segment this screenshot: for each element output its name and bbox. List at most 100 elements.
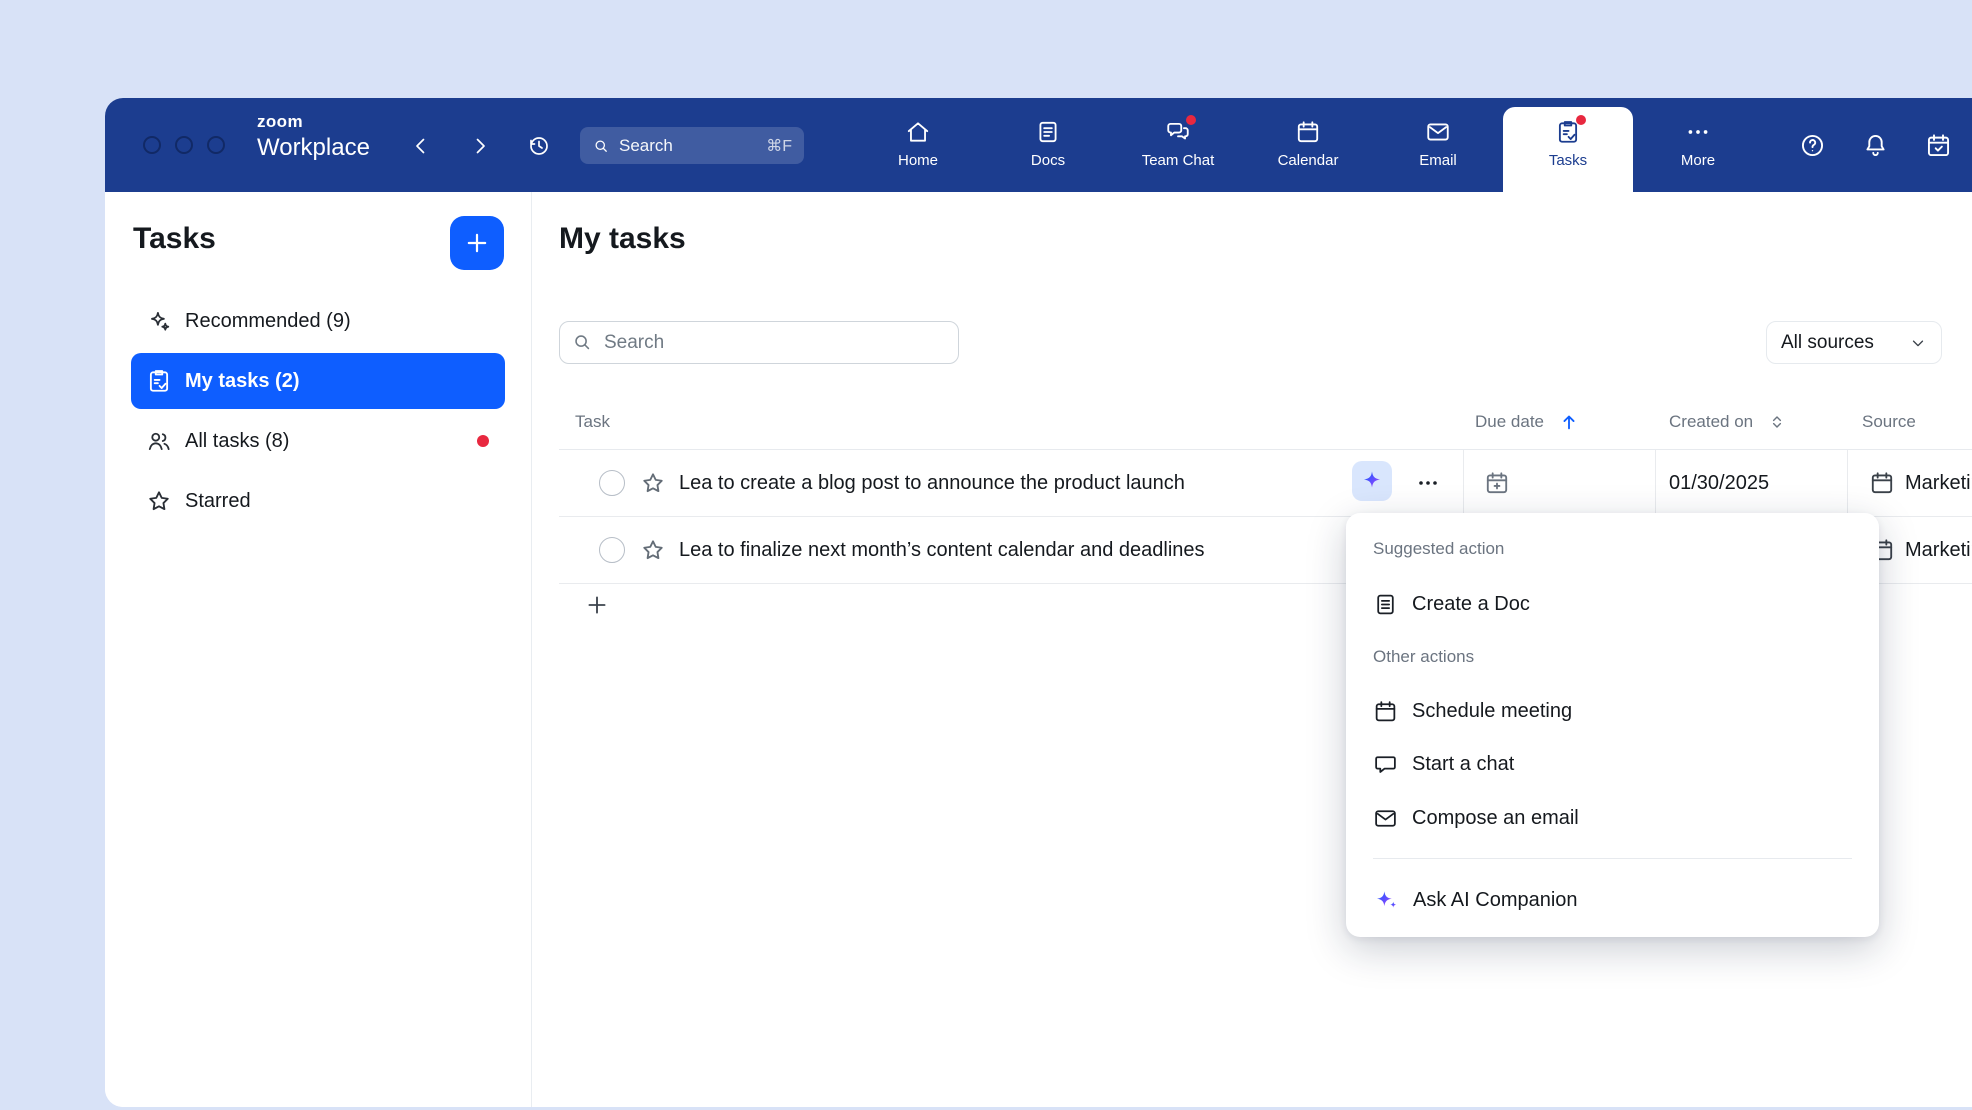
task-checkbox[interactable] xyxy=(599,537,625,563)
nav-tab-tasks[interactable]: Tasks xyxy=(1503,107,1633,192)
home-icon xyxy=(905,119,931,145)
global-search-input[interactable]: Search ⌘F xyxy=(580,127,804,164)
ellipsis-icon xyxy=(1416,471,1440,495)
chevron-right-icon xyxy=(468,134,492,158)
docs-icon xyxy=(1035,119,1061,145)
task-row[interactable]: Lea to create a blog post to announce th… xyxy=(559,450,1972,517)
doc-icon xyxy=(1373,592,1398,617)
back-button[interactable] xyxy=(403,128,439,164)
menu-item-start-chat[interactable]: Start a chat xyxy=(1346,738,1879,790)
email-icon xyxy=(1373,806,1398,831)
forward-button[interactable] xyxy=(462,128,498,164)
menu-item-create-doc[interactable]: Create a Doc xyxy=(1346,578,1879,630)
sidebar-title: Tasks xyxy=(133,222,216,256)
primary-nav: Home Docs Team Chat Calendar xyxy=(853,98,1763,192)
window-control-dot[interactable] xyxy=(143,136,161,154)
history-button[interactable] xyxy=(521,128,557,164)
logo-workplace-text: Workplace xyxy=(257,134,370,162)
window-control-dot[interactable] xyxy=(175,136,193,154)
nav-tab-email[interactable]: Email xyxy=(1373,98,1503,192)
menu-item-compose-email[interactable]: Compose an email xyxy=(1346,792,1879,844)
search-icon xyxy=(571,331,593,353)
add-task-button[interactable] xyxy=(579,587,615,623)
ai-sparkle-icon xyxy=(1373,887,1399,913)
sources-dropdown[interactable]: All sources xyxy=(1766,321,1942,364)
tasks-icon xyxy=(1555,119,1581,145)
unread-badge xyxy=(1186,115,1196,125)
schedule-button[interactable] xyxy=(1920,127,1956,163)
chevron-down-icon xyxy=(1909,334,1927,352)
global-search-placeholder: Search xyxy=(619,136,757,156)
sidebar-item-recommended[interactable]: Recommended (9) xyxy=(131,293,505,349)
task-search-input[interactable] xyxy=(559,321,959,364)
calendar-icon xyxy=(1373,699,1398,724)
task-title: Lea to finalize next month’s content cal… xyxy=(679,517,1205,583)
menu-divider xyxy=(1373,858,1852,859)
people-icon xyxy=(146,428,172,454)
tasks-check-icon xyxy=(146,368,172,394)
more-icon xyxy=(1685,119,1711,145)
nav-tab-calendar[interactable]: Calendar xyxy=(1243,98,1373,192)
window-controls xyxy=(143,136,225,154)
app-window: zoom Workplace Search ⌘F Home xyxy=(105,98,1972,1107)
column-header-due-date[interactable]: Due date xyxy=(1475,408,1580,436)
unread-badge xyxy=(1576,115,1586,125)
sidebar-item-label: My tasks (2) xyxy=(185,370,300,393)
task-source: Marketing xyxy=(1905,450,1972,516)
logo-zoom-text: zoom xyxy=(257,113,370,132)
task-checkbox[interactable] xyxy=(599,470,625,496)
nav-tab-home[interactable]: Home xyxy=(853,98,983,192)
task-title: Lea to create a blog post to announce th… xyxy=(679,450,1185,516)
calendar-icon xyxy=(1869,470,1895,496)
task-source: Marketing xyxy=(1905,517,1972,583)
nav-tab-team-chat[interactable]: Team Chat xyxy=(1113,98,1243,192)
sidebar-item-my-tasks[interactable]: My tasks (2) xyxy=(131,353,505,409)
sort-both-icon xyxy=(1767,412,1787,432)
unread-badge xyxy=(477,435,489,447)
zoom-workplace-logo: zoom Workplace xyxy=(257,113,370,162)
column-header-source: Source xyxy=(1862,408,1916,436)
menu-section-label: Other actions xyxy=(1373,647,1474,667)
nav-tab-more[interactable]: More xyxy=(1633,98,1763,192)
column-header-created-on[interactable]: Created on xyxy=(1669,408,1787,436)
menu-item-schedule-meeting[interactable]: Schedule meeting xyxy=(1346,685,1879,737)
sort-ascending-icon xyxy=(1558,411,1580,433)
add-due-date-button[interactable] xyxy=(1484,470,1510,496)
ai-companion-button[interactable] xyxy=(1352,461,1392,501)
email-icon xyxy=(1425,119,1451,145)
sidebar-item-label: Recommended (9) xyxy=(185,310,351,333)
notifications-button[interactable] xyxy=(1857,127,1893,163)
sidebar-item-starred[interactable]: Starred xyxy=(131,473,505,529)
window-control-dot[interactable] xyxy=(207,136,225,154)
history-icon xyxy=(527,134,551,158)
plus-icon xyxy=(584,592,610,618)
sources-dropdown-label: All sources xyxy=(1781,332,1874,354)
menu-item-ask-ai-companion[interactable]: Ask AI Companion xyxy=(1346,874,1879,926)
sparkles-icon xyxy=(146,308,172,334)
topbar: zoom Workplace Search ⌘F Home xyxy=(105,98,1972,192)
sidebar-item-label: All tasks (8) xyxy=(185,430,289,453)
task-created-date: 01/30/2025 xyxy=(1669,450,1769,516)
new-task-button[interactable] xyxy=(450,216,504,270)
bell-icon xyxy=(1862,132,1889,159)
question-icon xyxy=(1799,132,1826,159)
column-header-task: Task xyxy=(575,408,610,436)
calendar-icon xyxy=(1925,132,1952,159)
calendar-icon xyxy=(1295,119,1321,145)
sidebar-nav: Recommended (9) My tasks (2) All tasks (… xyxy=(131,293,505,533)
star-icon[interactable] xyxy=(640,470,666,496)
chat-icon xyxy=(1373,752,1398,777)
star-icon xyxy=(146,488,172,514)
calendar-plus-icon xyxy=(1484,470,1510,496)
more-actions-button[interactable] xyxy=(1410,465,1446,501)
sidebar-item-label: Starred xyxy=(185,490,251,513)
help-button[interactable] xyxy=(1794,127,1830,163)
team-chat-icon xyxy=(1165,119,1191,145)
nav-tab-docs[interactable]: Docs xyxy=(983,98,1113,192)
sidebar-item-all-tasks[interactable]: All tasks (8) xyxy=(131,413,505,469)
search-shortcut: ⌘F xyxy=(766,136,792,156)
menu-section-label: Suggested action xyxy=(1373,539,1504,559)
task-search xyxy=(559,321,959,364)
ai-sparkle-icon xyxy=(1360,469,1384,493)
star-icon[interactable] xyxy=(640,537,666,563)
